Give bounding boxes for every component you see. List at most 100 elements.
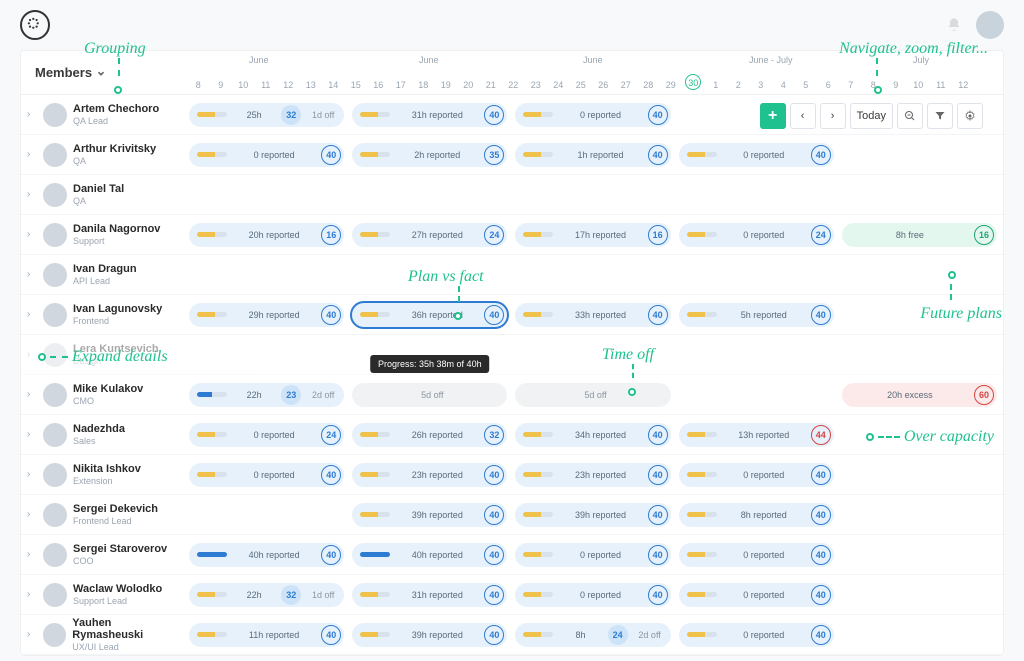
member-cell[interactable]: ›Sergei DekevichFrontend Lead <box>21 503 183 527</box>
member-cell[interactable]: ›Waclaw WolodkoSupport Lead <box>21 583 183 607</box>
member-cell[interactable]: ›Nikita IshkovExtension <box>21 463 183 487</box>
expand-icon[interactable]: › <box>27 149 37 160</box>
excess-pill[interactable]: 20h excess60 <box>842 383 997 407</box>
report-pill[interactable]: 29h reported40 <box>189 303 344 327</box>
free-pill[interactable]: 8h free16 <box>842 223 997 247</box>
report-pill[interactable]: 0 reported40 <box>515 543 670 567</box>
report-pill[interactable]: 33h reported40 <box>515 303 670 327</box>
prev-button[interactable]: ‹ <box>790 103 816 129</box>
report-pill[interactable]: 25h321d off <box>189 103 344 127</box>
day-cell[interactable]: 8 <box>187 80 210 94</box>
day-cell[interactable]: 17 <box>390 80 413 94</box>
expand-icon[interactable]: › <box>27 109 37 120</box>
member-cell[interactable]: ›Lera KuntsevichDesign <box>21 343 183 367</box>
member-cell[interactable]: ›Artem ChechoroQA Lead <box>21 103 183 127</box>
day-cell[interactable]: 2 <box>727 80 750 94</box>
report-pill[interactable]: 27h reported24 <box>352 223 507 247</box>
report-pill[interactable]: 2h reported35 <box>352 143 507 167</box>
day-cell[interactable]: 5 <box>795 80 818 94</box>
today-button[interactable]: Today <box>850 103 893 129</box>
expand-icon[interactable]: › <box>27 269 37 280</box>
report-pill[interactable]: 13h reported44 <box>679 423 834 447</box>
day-cell[interactable]: 6 <box>817 80 840 94</box>
day-cell[interactable]: 11 <box>255 80 278 94</box>
user-avatar[interactable] <box>976 11 1004 39</box>
report-pill[interactable]: 36h reported40Progress: 35h 38m of 40h <box>352 303 507 327</box>
report-pill[interactable]: 11h reported40 <box>189 623 344 647</box>
day-cell[interactable]: 4 <box>772 80 795 94</box>
report-pill[interactable]: 8h reported40 <box>679 503 834 527</box>
notification-icon[interactable] <box>946 17 962 33</box>
day-cell[interactable]: 30 <box>682 74 705 94</box>
day-cell[interactable]: 12 <box>277 80 300 94</box>
day-cell[interactable]: 29 <box>660 80 683 94</box>
report-pill[interactable]: 39h reported40 <box>352 623 507 647</box>
day-cell[interactable]: 10 <box>232 80 255 94</box>
expand-icon[interactable]: › <box>27 429 37 440</box>
day-cell[interactable]: 22 <box>502 80 525 94</box>
day-cell[interactable]: 26 <box>592 80 615 94</box>
report-pill[interactable]: 0 reported40 <box>189 143 344 167</box>
report-pill[interactable]: 23h reported40 <box>515 463 670 487</box>
report-pill[interactable]: 31h reported40 <box>352 583 507 607</box>
settings-button[interactable] <box>957 103 983 129</box>
day-cell[interactable]: 9 <box>210 80 233 94</box>
report-pill[interactable]: 23h reported40 <box>352 463 507 487</box>
report-pill[interactable]: 39h reported40 <box>515 503 670 527</box>
day-cell[interactable]: 12 <box>952 80 975 94</box>
day-cell[interactable]: 7 <box>840 80 863 94</box>
time-off-pill[interactable]: 5d off <box>515 383 670 407</box>
zoom-out-button[interactable] <box>897 103 923 129</box>
day-cell[interactable]: 1 <box>705 80 728 94</box>
filter-button[interactable] <box>927 103 953 129</box>
member-cell[interactable]: ›Daniel TalQA <box>21 183 183 207</box>
day-cell[interactable]: 21 <box>480 80 503 94</box>
day-cell[interactable]: 25 <box>570 80 593 94</box>
day-cell[interactable]: 23 <box>525 80 548 94</box>
member-cell[interactable]: ›Ivan LagunovskyFrontend <box>21 303 183 327</box>
report-pill[interactable]: 0 reported40 <box>679 583 834 607</box>
day-cell[interactable]: 24 <box>547 80 570 94</box>
day-cell[interactable]: 13 <box>300 80 323 94</box>
report-pill[interactable]: 34h reported40 <box>515 423 670 447</box>
time-off-pill[interactable]: 5d off <box>352 383 507 407</box>
expand-icon[interactable]: › <box>27 549 37 560</box>
report-pill[interactable]: 0 reported40 <box>515 103 670 127</box>
member-cell[interactable]: ›Danila NagornovSupport <box>21 223 183 247</box>
expand-icon[interactable]: › <box>27 189 37 200</box>
day-cell[interactable]: 10 <box>907 80 930 94</box>
day-cell[interactable]: 27 <box>615 80 638 94</box>
member-cell[interactable]: ›Ivan DragunAPI Lead <box>21 263 183 287</box>
expand-icon[interactable]: › <box>27 629 37 640</box>
day-cell[interactable]: 14 <box>322 80 345 94</box>
expand-icon[interactable]: › <box>27 509 37 520</box>
next-button[interactable]: › <box>820 103 846 129</box>
report-pill[interactable]: 22h321d off <box>189 583 344 607</box>
report-pill[interactable]: 39h reported40 <box>352 503 507 527</box>
report-pill[interactable]: 0 reported40 <box>189 463 344 487</box>
report-pill[interactable]: 40h reported40 <box>352 543 507 567</box>
report-pill[interactable]: 40h reported40 <box>189 543 344 567</box>
report-pill[interactable]: 0 reported40 <box>679 623 834 647</box>
expand-icon[interactable]: › <box>27 589 37 600</box>
expand-icon[interactable]: › <box>27 309 37 320</box>
report-pill[interactable]: 8h242d off <box>515 623 670 647</box>
report-pill[interactable]: 31h reported40 <box>352 103 507 127</box>
report-pill[interactable]: 26h reported32 <box>352 423 507 447</box>
member-cell[interactable]: ›Arthur KrivitskyQA <box>21 143 183 167</box>
report-pill[interactable]: 0 reported40 <box>515 583 670 607</box>
day-cell[interactable]: 19 <box>435 80 458 94</box>
report-pill[interactable]: 0 reported24 <box>189 423 344 447</box>
report-pill[interactable]: 0 reported24 <box>679 223 834 247</box>
grouping-selector[interactable]: Members <box>21 51 183 94</box>
expand-icon[interactable]: › <box>27 349 37 360</box>
add-button[interactable]: + <box>760 103 786 129</box>
day-cell[interactable]: 9 <box>885 80 908 94</box>
expand-icon[interactable]: › <box>27 229 37 240</box>
report-pill[interactable]: 0 reported40 <box>679 143 834 167</box>
report-pill[interactable]: 20h reported16 <box>189 223 344 247</box>
report-pill[interactable]: 0 reported40 <box>679 543 834 567</box>
day-cell[interactable]: 20 <box>457 80 480 94</box>
day-cell[interactable]: 28 <box>637 80 660 94</box>
day-cell[interactable]: 16 <box>367 80 390 94</box>
